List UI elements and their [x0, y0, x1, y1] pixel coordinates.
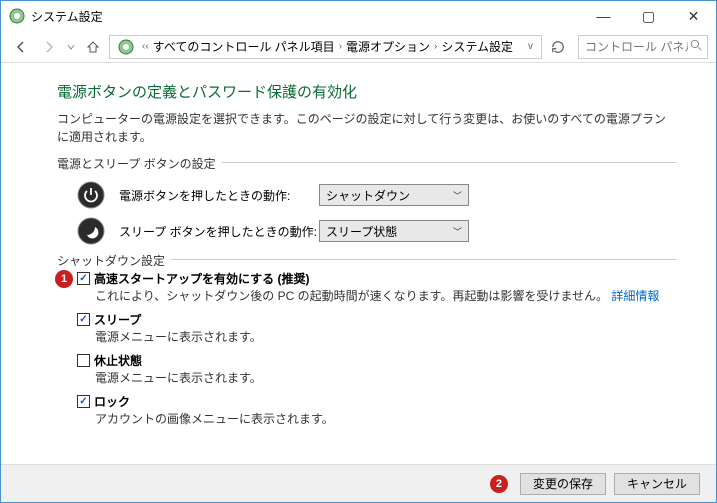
sleep-checkbox[interactable]: [77, 313, 90, 326]
back-button[interactable]: [9, 35, 33, 59]
breadcrumb-level-1[interactable]: 電源オプション: [346, 38, 430, 55]
cancel-button[interactable]: キャンセル: [614, 473, 700, 495]
maximize-button[interactable]: ▢: [626, 1, 671, 31]
titlebar: システム設定 — ▢ ✕: [1, 1, 716, 31]
sleep-button-select[interactable]: スリープ状態 ﹀: [319, 220, 469, 242]
hibernate-checkbox[interactable]: [77, 354, 90, 367]
up-button[interactable]: [81, 35, 105, 59]
lock-label: ロック: [94, 393, 130, 410]
sleep-button-label: スリープ ボタンを押したときの動作:: [119, 223, 319, 240]
footer: 2 変更の保存 キャンセル: [1, 464, 716, 502]
sleep-desc: 電源メニューに表示されます。: [77, 328, 676, 346]
shutdown-group: シャットダウン設定 1 高速スタートアップを有効にする (推奨) これにより、シ…: [57, 259, 676, 428]
window-title: システム設定: [31, 8, 581, 25]
lock-item: ロック アカウントの画像メニューに表示されます。: [77, 393, 676, 428]
refresh-button[interactable]: [546, 35, 570, 59]
fast-startup-item: 1 高速スタートアップを有効にする (推奨) これにより、シャットダウン後の P…: [77, 270, 676, 305]
minimize-button[interactable]: —: [581, 1, 626, 31]
sleep-button-value: スリープ状態: [326, 223, 397, 240]
save-button[interactable]: 変更の保存: [520, 473, 606, 495]
hibernate-item: 休止状態 電源メニューに表示されます。: [77, 352, 676, 387]
breadcrumb-level-0[interactable]: すべてのコントロール パネル項目: [153, 38, 335, 55]
forward-button[interactable]: [37, 35, 61, 59]
content-area: 電源ボタンの定義とパスワード保護の有効化 コンピューターの電源設定を選択できます…: [1, 63, 716, 452]
power-button-label: 電源ボタンを押したときの動作:: [119, 187, 319, 204]
window-controls: — ▢ ✕: [581, 1, 716, 31]
power-button-row: 電源ボタンを押したときの動作: シャットダウン ﹀: [77, 181, 676, 209]
sleep-icon: [77, 217, 105, 245]
annotation-1: 1: [55, 270, 73, 288]
sleep-item: スリープ 電源メニューに表示されます。: [77, 311, 676, 346]
power-buttons-group: 電源とスリープ ボタンの設定 電源ボタンを押したときの動作: シャットダウン ﹀…: [57, 162, 676, 245]
app-icon: [9, 8, 25, 24]
power-icon: [77, 181, 105, 209]
search-icon[interactable]: [690, 39, 703, 55]
lock-checkbox[interactable]: [77, 395, 90, 408]
fast-startup-link[interactable]: 詳細情報: [611, 289, 659, 303]
chevron-down-icon: ﹀: [453, 225, 462, 238]
breadcrumb-dropdown[interactable]: v: [524, 41, 537, 52]
chevron-right-icon: ›: [339, 41, 342, 52]
close-button[interactable]: ✕: [671, 1, 716, 31]
power-buttons-legend: 電源とスリープ ボタンの設定: [57, 155, 222, 172]
breadcrumb-bar[interactable]: ‹‹ すべてのコントロール パネル項目 › 電源オプション › システム設定 v: [109, 35, 542, 59]
search-input[interactable]: [583, 40, 690, 54]
shutdown-legend: シャットダウン設定: [57, 252, 171, 269]
chevron-down-icon: ﹀: [453, 189, 462, 202]
sleep-label: スリープ: [94, 311, 141, 328]
chevron-right-icon: ›: [434, 41, 437, 52]
power-button-value: シャットダウン: [326, 187, 410, 204]
page-subtitle: コンピューターの電源設定を選択できます。このページの設定に対して行う変更は、お使…: [57, 110, 676, 146]
history-dropdown[interactable]: [65, 35, 77, 59]
sleep-button-row: スリープ ボタンを押したときの動作: スリープ状態 ﹀: [77, 217, 676, 245]
power-button-select[interactable]: シャットダウン ﹀: [319, 184, 469, 206]
search-box[interactable]: [578, 35, 708, 59]
annotation-2: 2: [490, 475, 508, 493]
hibernate-desc: 電源メニューに表示されます。: [77, 369, 676, 387]
lock-desc: アカウントの画像メニューに表示されます。: [77, 410, 676, 428]
fast-startup-checkbox[interactable]: [77, 272, 90, 285]
toolbar: ‹‹ すべてのコントロール パネル項目 › 電源オプション › システム設定 v: [1, 31, 716, 63]
breadcrumb-sep: ‹‹: [142, 41, 149, 52]
fast-startup-desc: これにより、シャットダウン後の PC の起動時間が速くなります。再起動は影響を受…: [77, 287, 676, 305]
page-heading: 電源ボタンの定義とパスワード保護の有効化: [57, 81, 676, 102]
breadcrumb-icon: [118, 39, 134, 55]
fast-startup-label: 高速スタートアップを有効にする (推奨): [94, 270, 309, 287]
breadcrumb-level-2[interactable]: システム設定: [441, 38, 513, 55]
hibernate-label: 休止状態: [94, 352, 142, 369]
